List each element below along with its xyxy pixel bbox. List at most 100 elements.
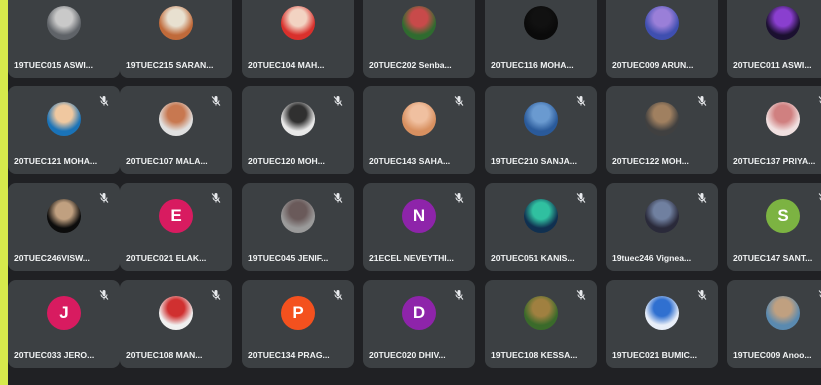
participant-name: 19tuec246 Vignea... xyxy=(612,253,692,263)
avatar-photo xyxy=(645,6,679,41)
avatar-photo xyxy=(524,6,558,41)
participant-tile[interactable]: 20TUEC143 SAHA... xyxy=(363,86,475,174)
mic-off-icon xyxy=(817,191,821,203)
participant-tile[interactable]: 19TUEC021 BUMIC... xyxy=(606,280,718,368)
participant-name: 19TUEC215 SARAN... xyxy=(126,60,214,70)
avatar-photo xyxy=(402,102,436,137)
mic-off-icon xyxy=(575,191,587,203)
participant-name: 20TUEC134 PRAG... xyxy=(248,350,330,360)
participant-tile[interactable]: 20TUEC104 MAH... xyxy=(242,0,354,78)
avatar-photo xyxy=(645,102,679,137)
participant-name: 20TUEC107 MALA... xyxy=(126,156,208,166)
avatar-photo xyxy=(47,6,81,41)
participant-name: 19TUEC015 ASWI... xyxy=(14,60,93,70)
mic-off-icon xyxy=(332,94,344,106)
avatar-photo xyxy=(281,102,315,137)
participant-tile[interactable]: 20TUEC009 ARUN... xyxy=(606,0,718,78)
participant-name: 19TUEC021 BUMIC... xyxy=(612,350,698,360)
participant-name: 20TUEC021 ELAK... xyxy=(126,253,207,263)
participant-name: 20TUEC121 MOHA... xyxy=(14,156,98,166)
participant-name: 20TUEC011 ASWI... xyxy=(733,60,812,70)
avatar-photo xyxy=(47,199,81,234)
participant-tile[interactable]: 19TUEC215 SARAN... xyxy=(120,0,232,78)
participant-name: 19TUEC009 Anoo... xyxy=(733,350,812,360)
participant-tile[interactable]: 20TUEC011 ASWI... xyxy=(727,0,821,78)
participant-tile[interactable]: 19TUEC210 SANJA... xyxy=(485,86,597,174)
participant-tile[interactable]: 19TUEC108 KESSA... xyxy=(485,280,597,368)
avatar-photo xyxy=(159,6,193,41)
participant-name: 20TUEC020 DHIV... xyxy=(369,350,446,360)
participant-name: 20TUEC051 KANIS... xyxy=(491,253,575,263)
participant-tile[interactable]: 20TUEC116 MOHA... xyxy=(485,0,597,78)
participant-tile[interactable]: 20TUEC108 MAN... xyxy=(120,280,232,368)
avatar-photo xyxy=(766,296,800,331)
participant-name: 20TUEC033 JERO... xyxy=(14,350,95,360)
participant-tile[interactable]: 19TUEC045 JENIF... xyxy=(242,183,354,271)
participant-tile[interactable]: N 21ECEL NEVEYTHI... xyxy=(363,183,475,271)
avatar-photo xyxy=(766,102,800,137)
mic-off-icon xyxy=(210,288,222,300)
avatar-photo xyxy=(524,296,558,331)
avatar-photo xyxy=(159,296,193,331)
avatar-photo xyxy=(281,6,315,41)
avatar-photo xyxy=(402,6,436,41)
mic-off-icon xyxy=(575,288,587,300)
participant-name: 20TUEC246VISW... xyxy=(14,253,90,263)
participant-name: 20TUEC104 MAH... xyxy=(248,60,325,70)
participant-name: 20TUEC143 SAHA... xyxy=(369,156,451,166)
avatar-photo xyxy=(645,199,679,234)
participant-tile[interactable]: 19tuec246 Vignea... xyxy=(606,183,718,271)
avatar-initial: S xyxy=(766,199,800,234)
participant-name: 20TUEC009 ARUN... xyxy=(612,60,694,70)
mic-off-icon xyxy=(696,191,708,203)
participant-name: 19TUEC210 SANJA... xyxy=(491,156,577,166)
mic-off-icon xyxy=(210,191,222,203)
mic-off-icon xyxy=(817,94,821,106)
avatar-photo xyxy=(159,102,193,137)
participant-tile[interactable]: 20TUEC202 Senba... xyxy=(363,0,475,78)
mic-off-icon xyxy=(696,288,708,300)
mic-off-icon xyxy=(98,191,110,203)
participant-name: 20TUEC116 MOHA... xyxy=(491,60,574,70)
mic-off-icon xyxy=(332,191,344,203)
avatar-photo xyxy=(524,199,558,234)
mic-off-icon xyxy=(453,288,465,300)
avatar-photo xyxy=(47,102,81,137)
mic-off-icon xyxy=(453,94,465,106)
participant-name: 20TUEC137 PRIYA... xyxy=(733,156,816,166)
avatar-photo xyxy=(524,102,558,137)
participant-name: 20TUEC202 Senba... xyxy=(369,60,452,70)
participant-tile[interactable]: S 20TUEC147 SANT... xyxy=(727,183,821,271)
avatar-photo xyxy=(645,296,679,331)
avatar-initial: E xyxy=(159,199,193,234)
participant-tile[interactable]: 20TUEC137 PRIYA... xyxy=(727,86,821,174)
participant-name: 20TUEC147 SANT... xyxy=(733,253,813,263)
mic-off-icon xyxy=(332,288,344,300)
participant-tile[interactable]: E 20TUEC021 ELAK... xyxy=(120,183,232,271)
participant-name: 21ECEL NEVEYTHI... xyxy=(369,253,454,263)
participant-tile[interactable]: P 20TUEC134 PRAG... xyxy=(242,280,354,368)
participant-tile[interactable]: 20TUEC121 MOHA... xyxy=(8,86,120,174)
mic-off-icon xyxy=(817,288,821,300)
participant-name: 19TUEC108 KESSA... xyxy=(491,350,578,360)
participant-tile[interactable]: 19TUEC009 Anoo... xyxy=(727,280,821,368)
mic-off-icon xyxy=(575,94,587,106)
participant-tile[interactable]: 20TUEC107 MALA... xyxy=(120,86,232,174)
participant-tile[interactable]: 20TUEC246VISW... xyxy=(8,183,120,271)
mic-off-icon xyxy=(453,191,465,203)
participant-name: 19TUEC045 JENIF... xyxy=(248,253,329,263)
participant-tile[interactable]: 20TUEC120 MOH... xyxy=(242,86,354,174)
participant-tile[interactable]: 19TUEC015 ASWI... xyxy=(8,0,120,78)
participant-name: 20TUEC120 MOH... xyxy=(248,156,325,166)
participant-tile[interactable]: 20TUEC122 MOH... xyxy=(606,86,718,174)
avatar-initial: D xyxy=(402,296,436,331)
participant-tile[interactable]: J 20TUEC033 JERO... xyxy=(8,280,120,368)
mic-off-icon xyxy=(210,94,222,106)
participant-tile[interactable]: D 20TUEC020 DHIV... xyxy=(363,280,475,368)
avatar-initial: J xyxy=(47,296,81,331)
avatar-initial: N xyxy=(402,199,436,234)
participant-name: 20TUEC108 MAN... xyxy=(126,350,203,360)
participant-name: 20TUEC122 MOH... xyxy=(612,156,689,166)
participant-tile[interactable]: 20TUEC051 KANIS... xyxy=(485,183,597,271)
avatar-photo xyxy=(281,199,315,234)
